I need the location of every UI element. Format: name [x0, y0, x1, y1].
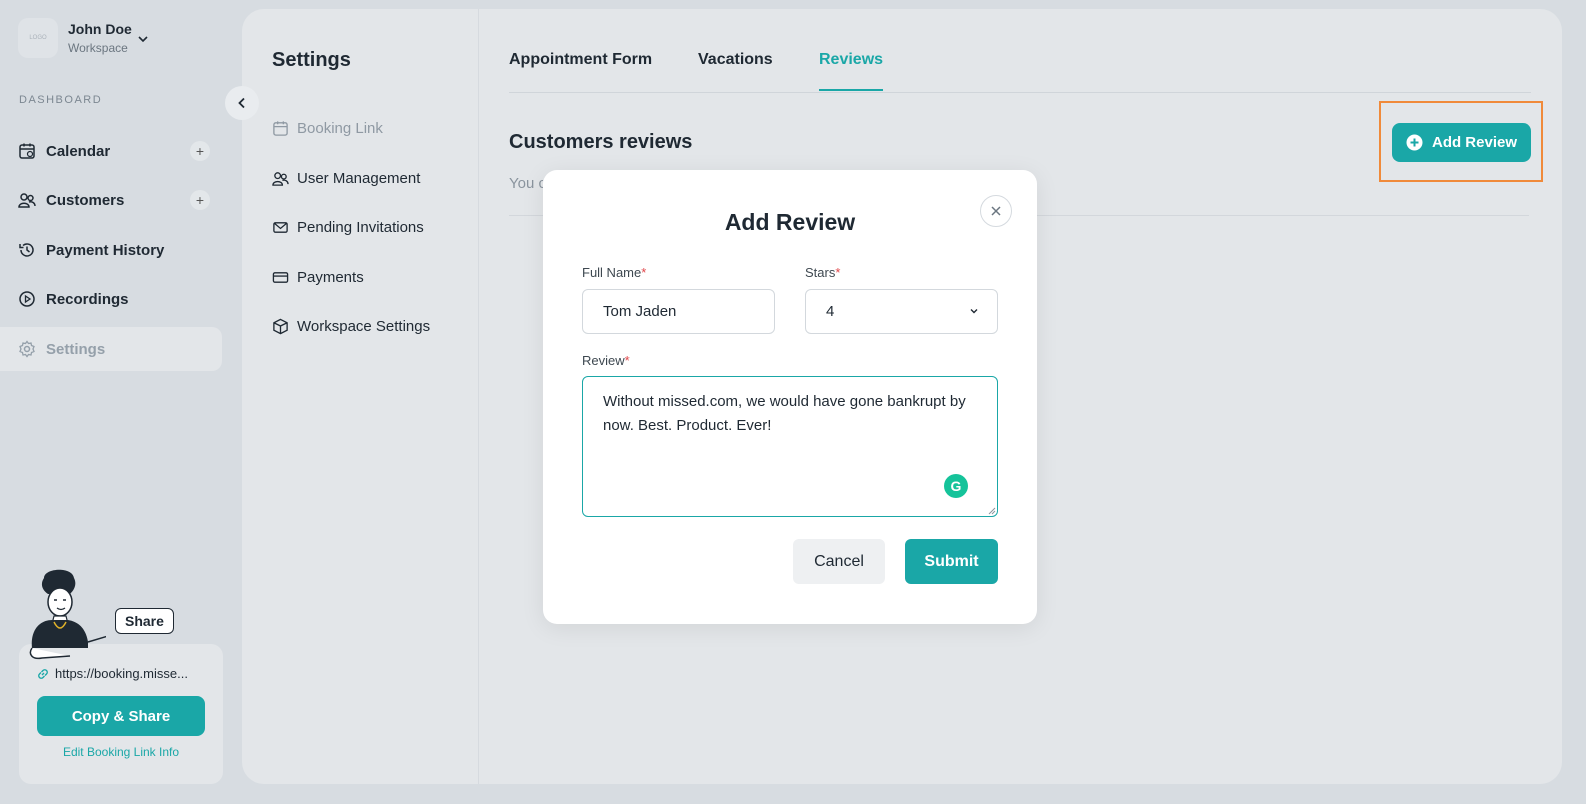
add-review-label: Add Review [1431, 134, 1518, 151]
stars-label: Stars* [805, 265, 841, 280]
add-calendar-button[interactable]: + [190, 141, 210, 161]
calendar-icon [271, 119, 289, 137]
stars-select[interactable]: 4 [805, 289, 998, 334]
modal-title: Add Review [724, 209, 856, 235]
resize-handle-icon[interactable] [988, 507, 996, 515]
collapse-sidebar-button[interactable] [225, 86, 259, 120]
users-icon [271, 169, 289, 187]
tab-vacations[interactable]: Vacations [698, 51, 773, 89]
person-illustration [29, 569, 106, 660]
play-circle-icon [18, 290, 36, 308]
booking-link[interactable]: https://booking.misse... [36, 666, 208, 681]
share-speech-bubble: Share [115, 608, 174, 634]
settings-item-label: Pending Invitations [297, 218, 424, 236]
sidebar-item-recordings[interactable]: Recordings [0, 277, 222, 321]
grammarly-icon[interactable]: G [944, 474, 968, 498]
settings-item-booking-link[interactable]: Booking Link [271, 119, 383, 137]
add-review-button[interactable]: Add Review [1392, 123, 1531, 162]
settings-item-label: Workspace Settings [297, 317, 431, 335]
sidebar-item-label: Payment History [46, 241, 165, 259]
settings-item-pending-invitations[interactable]: Pending Invitations [271, 218, 424, 236]
link-icon [38, 668, 48, 679]
sidebar-item-settings[interactable]: Settings [0, 327, 222, 371]
cancel-button[interactable]: Cancel [793, 539, 885, 584]
review-label: Review* [582, 353, 630, 368]
sidebar-item-payment-history[interactable]: Payment History [0, 228, 222, 272]
chevron-down-icon [970, 309, 978, 314]
workspace-switcher[interactable]: LOGO John Doe Workspace [18, 18, 132, 58]
settings-item-workspace-settings[interactable]: Workspace Settings [271, 317, 430, 335]
copy-share-button[interactable]: Copy & Share [37, 696, 205, 736]
settings-item-payments[interactable]: Payments [271, 268, 364, 286]
settings-nav: Settings Booking Link User Management Pe… [242, 9, 479, 784]
sidebar-item-calendar[interactable]: Calendar + [0, 129, 222, 173]
sidebar: LOGO John Doe Workspace DASHBOARD Calend… [0, 0, 242, 804]
tab-reviews[interactable]: Reviews [819, 51, 884, 91]
settings-item-label: Payments [297, 268, 364, 286]
chevron-left-icon [238, 97, 245, 109]
sidebar-item-label: Calendar [46, 142, 111, 160]
full-name-label: Full Name* [582, 265, 647, 280]
settings-item-label: User Management [297, 169, 421, 187]
workspace-name: John Doe [68, 21, 132, 37]
credit-card-icon [271, 268, 289, 286]
users-icon [18, 191, 36, 209]
booking-link-text: https://booking.misse... [55, 666, 188, 681]
settings-item-label: Booking Link [297, 119, 383, 137]
dashboard-section-label: DASHBOARD [19, 94, 103, 106]
settings-title: Settings [272, 49, 351, 71]
sidebar-item-customers[interactable]: Customers + [0, 178, 222, 222]
history-icon [18, 241, 36, 259]
tab-bar: Appointment Form Vacations Reviews [509, 49, 1531, 93]
calendar-icon [18, 142, 36, 160]
stars-value: 4 [826, 303, 835, 320]
review-textarea[interactable]: Without missed.com, we would have gone b… [582, 376, 998, 517]
plus-circle-icon [1406, 134, 1423, 151]
section-subtitle: You c [509, 175, 543, 192]
gear-icon [18, 340, 36, 358]
mail-icon [271, 218, 289, 236]
sidebar-item-label: Recordings [46, 290, 129, 308]
cube-icon [271, 317, 289, 335]
add-review-modal: Add Review Full Name* Tom Jaden Stars* 4… [543, 170, 1037, 624]
sidebar-item-label: Settings [46, 340, 106, 358]
chevron-down-icon[interactable] [137, 33, 149, 45]
tab-appointment-form[interactable]: Appointment Form [509, 51, 652, 89]
submit-button[interactable]: Submit [905, 539, 998, 584]
sidebar-item-label: Customers [46, 191, 125, 209]
settings-item-user-management[interactable]: User Management [271, 169, 420, 187]
workspace-subtitle: Workspace [68, 41, 128, 55]
section-title: Customers reviews [509, 131, 693, 153]
add-customer-button[interactable]: + [190, 190, 210, 210]
edit-booking-link[interactable]: Edit Booking Link Info [19, 745, 223, 759]
workspace-logo: LOGO [18, 18, 58, 58]
full-name-input[interactable]: Tom Jaden [582, 289, 775, 334]
